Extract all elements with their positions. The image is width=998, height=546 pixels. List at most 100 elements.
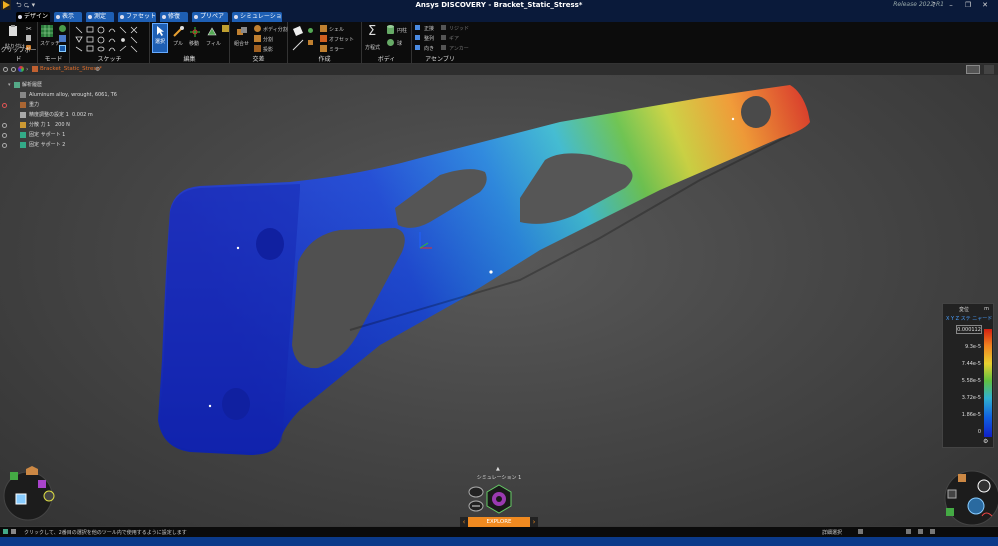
settings-icon[interactable]: ⚙	[95, 66, 100, 73]
fill-icon[interactable]	[206, 26, 218, 38]
tree-item-force[interactable]: 分散 力 1 200 N	[0, 120, 140, 130]
gear-icon[interactable]	[441, 35, 446, 40]
prepare-icon	[194, 15, 198, 19]
collapse-icon[interactable]: ▾	[8, 80, 11, 90]
tab-repair[interactable]: 修復	[160, 12, 188, 22]
3d-mode-icon[interactable]	[59, 35, 66, 42]
pull-icon[interactable]	[172, 26, 184, 38]
copy-icon[interactable]	[26, 35, 31, 41]
visibility-toggle[interactable]	[2, 103, 7, 108]
section-mode-icon[interactable]	[59, 25, 66, 32]
plane-icon[interactable]	[292, 25, 304, 37]
tab-label: デザイン	[24, 13, 49, 20]
cut-icon[interactable]: ✂	[26, 25, 33, 33]
legend-unit[interactable]: m	[984, 306, 989, 312]
edit-extra-icon[interactable]	[222, 25, 229, 32]
tree-item-material[interactable]: Aluminum alloy, wrought, 6061, T6	[0, 90, 140, 100]
legend-axes[interactable]: X Y Z ステ ニャード	[946, 315, 992, 322]
visibility-toggle[interactable]	[2, 123, 7, 128]
tangent-icon[interactable]	[415, 25, 420, 30]
tree-item-support-2[interactable]: 固定 サポート 2	[0, 140, 140, 150]
tab-display[interactable]: 表示	[54, 12, 82, 22]
move-icon[interactable]	[189, 26, 201, 38]
legend-tick: 9.3e-5	[964, 344, 981, 350]
navigation-wheel-left[interactable]	[2, 466, 58, 522]
tab-facets[interactable]: ファセット	[118, 12, 156, 22]
tree-item-support-1[interactable]: 固定 サポート 1	[0, 130, 140, 140]
align-icon[interactable]	[415, 35, 420, 40]
tab-simulation[interactable]: シミュレーション	[232, 12, 282, 30]
run-simulation-gear-icon[interactable]	[484, 484, 514, 514]
maximize-button[interactable]: ❐	[961, 0, 975, 11]
axis-icon[interactable]	[292, 39, 304, 51]
anchor-icon[interactable]	[441, 45, 446, 50]
help-button[interactable]: ?	[927, 0, 941, 11]
shell-icon[interactable]	[320, 25, 327, 32]
navigation-wheel-right[interactable]	[938, 464, 998, 526]
solid-mode-icon[interactable]	[59, 45, 66, 52]
legend-title[interactable]: 変位	[959, 306, 969, 313]
status-bar: クリックして、2番目の選択を他のツール内で使用するように設定します 詳細選択	[0, 527, 998, 537]
expand-icon[interactable]: ›	[26, 66, 28, 73]
sketch-mode-icon[interactable]	[41, 25, 53, 37]
explore-button[interactable]: EXPLORE	[468, 517, 530, 527]
explore-prev-button[interactable]: ‹	[460, 517, 468, 527]
selection-mode[interactable]: 詳細選択	[822, 529, 842, 536]
structure-tree: ▾ 解析履歴 Aluminum alloy, wrought, 6061, T6…	[0, 80, 140, 150]
tree-item-analysis-history[interactable]: ▾ 解析履歴	[0, 80, 140, 90]
rigid-icon[interactable]	[441, 25, 446, 30]
explore-next-button[interactable]: ›	[530, 517, 538, 527]
expand-up-icon[interactable]: ▲	[496, 466, 502, 472]
eye-icon[interactable]	[11, 67, 16, 72]
simulation-side-controls[interactable]	[468, 484, 484, 514]
visibility-toggle[interactable]	[2, 133, 7, 138]
force-icon	[20, 122, 26, 128]
legend-settings-icon[interactable]: ⚙	[983, 438, 988, 445]
display-options-icon[interactable]	[984, 65, 994, 74]
tree-value: 200 N	[55, 122, 70, 128]
pointer-icon	[157, 26, 164, 36]
bracket-model[interactable]	[0, 75, 998, 526]
move-label: 移動	[189, 41, 200, 47]
select-label: 選択	[155, 39, 166, 45]
combine-icon[interactable]	[236, 26, 248, 38]
tab-prepare[interactable]: プリペア	[192, 12, 228, 22]
snap-icon[interactable]	[906, 529, 911, 534]
select-tool[interactable]: 選択	[152, 23, 168, 53]
visibility-toggle[interactable]	[2, 143, 7, 148]
view-icon[interactable]	[930, 529, 935, 534]
sigma-icon[interactable]: Σ	[368, 24, 376, 39]
view-cube-icon[interactable]	[966, 65, 980, 74]
tree-item-fidelity[interactable]: 精度調整の設定 1 0.002 m	[0, 110, 140, 120]
simulation-label[interactable]: シミュレーション 1	[476, 474, 522, 481]
tree-item-gravity[interactable]: 重力	[0, 100, 140, 110]
result-legend[interactable]: 変位 m X Y Z ステ ニャード 0.000112 9.3e-5 7.44e…	[942, 303, 994, 448]
document-name[interactable]: Bracket_Static_Stress*	[40, 66, 102, 72]
orient-icon[interactable]	[415, 45, 420, 50]
rigid-label: リジッド	[449, 26, 470, 32]
minimize-button[interactable]: –	[944, 0, 958, 11]
point-icon[interactable]	[308, 28, 313, 33]
mirror-icon[interactable]	[320, 45, 327, 52]
sketch-tools-icons[interactable]	[74, 25, 148, 53]
split-icon[interactable]	[254, 35, 261, 42]
tab-design[interactable]: デザイン	[16, 12, 50, 22]
visibility-icon[interactable]	[3, 67, 8, 72]
filter-icon[interactable]	[858, 529, 863, 534]
legend-max[interactable]: 0.000112	[956, 325, 982, 334]
group-create: シェル オフセット ミラー 作成	[288, 22, 362, 64]
sphere-icon[interactable]	[387, 39, 394, 46]
cylinder-icon[interactable]	[387, 25, 394, 35]
paste-icon[interactable]	[7, 25, 19, 37]
offset-icon[interactable]	[320, 35, 327, 42]
tangent-label: 正接	[424, 26, 435, 32]
viewport[interactable]	[0, 75, 998, 526]
color-wheel-icon[interactable]	[18, 66, 24, 72]
tab-measure[interactable]: 測定	[86, 12, 114, 22]
legend-tick: 7.44e-5	[961, 361, 981, 367]
project-icon[interactable]	[254, 45, 261, 52]
close-button[interactable]: ✕	[978, 0, 992, 11]
split-body-icon[interactable]	[254, 25, 261, 32]
origin-icon[interactable]	[308, 40, 313, 45]
grid-icon[interactable]	[918, 529, 923, 534]
